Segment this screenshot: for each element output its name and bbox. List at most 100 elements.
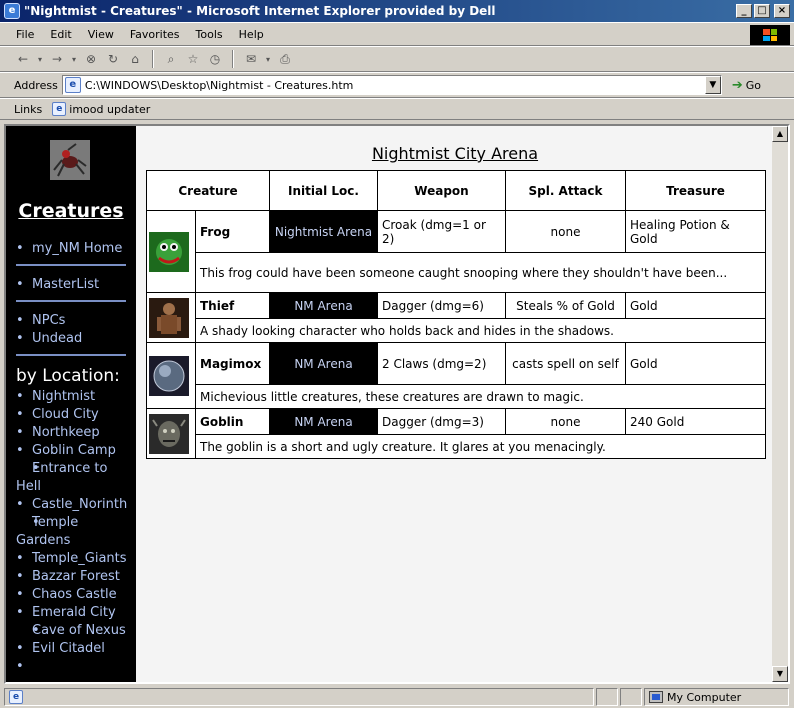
- creature-weapon: 2 Claws (dmg=2): [377, 342, 506, 385]
- minimize-button[interactable]: _: [736, 4, 752, 18]
- sidebar-link-location[interactable]: Northkeep: [16, 424, 136, 442]
- column-header: Creature: [146, 170, 270, 211]
- sidebar-link-location[interactable]: Castle_Norinth: [16, 496, 136, 514]
- go-button[interactable]: ➔ Go: [732, 78, 761, 93]
- creature-weapon: Dagger (dmg=3): [377, 408, 506, 435]
- sidebar-link-location[interactable]: Bazzar Forest: [16, 568, 136, 586]
- status-pane: [596, 688, 618, 706]
- search-icon[interactable]: ⌕: [162, 49, 180, 69]
- vertical-scrollbar[interactable]: ▲ ▼: [772, 126, 788, 682]
- thief-portrait-icon: [149, 297, 189, 338]
- forward-arrow-icon[interactable]: →: [48, 49, 66, 69]
- creature-picture-cell: [146, 342, 196, 409]
- home-icon[interactable]: ⌂: [126, 49, 144, 69]
- security-zone: My Computer: [644, 688, 789, 706]
- sidebar-link-masterlist[interactable]: MasterList: [16, 276, 136, 294]
- sidebar-link-location[interactable]: Chaos Castle: [16, 586, 136, 604]
- link-imood-updater[interactable]: e imood updater: [52, 102, 150, 116]
- scroll-down-icon[interactable]: ▼: [772, 666, 788, 682]
- page-icon: e: [9, 690, 23, 704]
- favorites-icon[interactable]: ☆: [184, 49, 202, 69]
- sidebar-link-location[interactable]: Entrance to Hell: [16, 460, 136, 496]
- history-icon[interactable]: ◷: [206, 49, 224, 69]
- sidebar-link-my-nm-home[interactable]: my_NM Home: [16, 240, 136, 258]
- sidebar-link-location[interactable]: Temple Gardens: [16, 514, 136, 550]
- sidebar-link-location[interactable]: Nightmist: [16, 388, 136, 406]
- sidebar-link-location[interactable]: Cloud City: [16, 406, 136, 424]
- dropdown-arrow-icon[interactable]: ▾: [70, 49, 78, 69]
- menu-view[interactable]: View: [80, 28, 122, 41]
- back-arrow-icon[interactable]: ←: [14, 49, 32, 69]
- creature-attack: none: [505, 210, 626, 253]
- location-heading: by Location:: [16, 366, 120, 386]
- sidebar: Creatures my_NM Home MasterList NPCs Und…: [6, 126, 136, 682]
- menu-tools[interactable]: Tools: [188, 28, 231, 41]
- page-title[interactable]: Nightmist City Arena: [136, 144, 774, 168]
- creature-attack: Steals % of Gold: [505, 292, 626, 319]
- creature-name: Frog: [195, 210, 270, 253]
- menu-favorites[interactable]: Favorites: [122, 28, 188, 41]
- sidebar-link-location[interactable]: Goblin Camp: [16, 442, 136, 460]
- sidebar-group-home: my_NM Home: [16, 240, 136, 258]
- window-title: "Nightmist - Creatures" - Microsoft Inte…: [24, 4, 496, 18]
- sidebar-title[interactable]: Creatures: [16, 200, 126, 222]
- creature-logo-icon: [50, 140, 90, 180]
- toolbar: ← ▾ → ▾ ⊗ ↻ ⌂ ⌕ ☆ ◷ ✉ ▾ ⎙: [0, 46, 794, 72]
- zone-label: My Computer: [667, 690, 742, 704]
- creature-description: The goblin is a short and ugly creature.…: [195, 434, 766, 459]
- links-label: Links: [14, 102, 43, 116]
- sidebar-link-location[interactable]: Emerald City: [16, 604, 136, 622]
- goblin-portrait-icon: [149, 413, 189, 454]
- creature-treasure: Gold: [625, 292, 766, 319]
- address-input[interactable]: [84, 77, 705, 93]
- creature-picture-cell: [146, 210, 196, 293]
- menu-edit[interactable]: Edit: [42, 28, 79, 41]
- scroll-up-icon[interactable]: ▲: [772, 126, 788, 142]
- table-header-row: Creature Initial Loc. Weapon Spl. Attack…: [146, 170, 766, 211]
- creature-attack: casts spell on self: [505, 342, 626, 385]
- sidebar-link-location[interactable]: Cave of Nexus: [16, 622, 136, 640]
- stop-icon[interactable]: ⊗: [82, 49, 100, 69]
- sidebar-link-undead[interactable]: Undead: [16, 330, 136, 348]
- creature-treasure: 240 Gold: [625, 408, 766, 435]
- address-label: Address: [14, 78, 58, 92]
- table-row: Frog Nightmist Arena Croak (dmg=1 or 2) …: [146, 210, 766, 293]
- windows-logo: [750, 25, 790, 45]
- sidebar-link-npcs[interactable]: NPCs: [16, 312, 136, 330]
- dropdown-arrow-icon[interactable]: ▾: [36, 49, 44, 69]
- page-icon: e: [64, 77, 81, 93]
- creature-picture-cell: [146, 292, 196, 343]
- sidebar-link-location[interactable]: Temple_Giants: [16, 550, 136, 568]
- creature-treasure: Healing Potion & Gold: [625, 210, 766, 253]
- creature-location: NM Arena: [269, 342, 378, 385]
- mail-icon[interactable]: ✉: [242, 49, 260, 69]
- creature-weapon: Croak (dmg=1 or 2): [377, 210, 506, 253]
- creatures-table: Creature Initial Loc. Weapon Spl. Attack…: [146, 170, 766, 459]
- creature-description: Michevious little creatures, these creat…: [195, 384, 766, 409]
- page-viewport: Creatures my_NM Home MasterList NPCs Und…: [4, 124, 790, 684]
- refresh-icon[interactable]: ↻: [104, 49, 122, 69]
- dropdown-arrow-icon[interactable]: ▾: [264, 49, 272, 69]
- address-dropdown-icon[interactable]: ▼: [704, 76, 721, 94]
- go-label: Go: [745, 78, 761, 92]
- menu-file[interactable]: File: [8, 28, 42, 41]
- creature-name: Goblin: [195, 408, 270, 435]
- creature-location: Nightmist Arena: [269, 210, 378, 253]
- menu-help[interactable]: Help: [231, 28, 272, 41]
- divider: [16, 354, 126, 356]
- table-row: Goblin NM Arena Dagger (dmg=3) none 240 …: [146, 408, 766, 459]
- go-arrow-icon: ➔: [731, 77, 743, 93]
- creature-description: A shady looking character who holds back…: [195, 318, 766, 343]
- column-header: Treasure: [625, 170, 766, 211]
- table-row: Magimox NM Arena 2 Claws (dmg=2) casts s…: [146, 342, 766, 409]
- ie-icon: e: [4, 3, 20, 19]
- status-bar: e My Computer: [0, 686, 794, 708]
- print-icon[interactable]: ⎙: [276, 49, 294, 69]
- sidebar-link-location[interactable]: Evil Citadel: [16, 640, 136, 658]
- address-bar: Address e ▼ ➔ Go: [0, 72, 794, 98]
- maximize-button[interactable]: □: [754, 4, 770, 18]
- title-bar: e "Nightmist - Creatures" - Microsoft In…: [0, 0, 794, 22]
- column-header: Weapon: [377, 170, 506, 211]
- close-button[interactable]: ×: [774, 4, 790, 18]
- address-box[interactable]: e ▼: [61, 75, 722, 95]
